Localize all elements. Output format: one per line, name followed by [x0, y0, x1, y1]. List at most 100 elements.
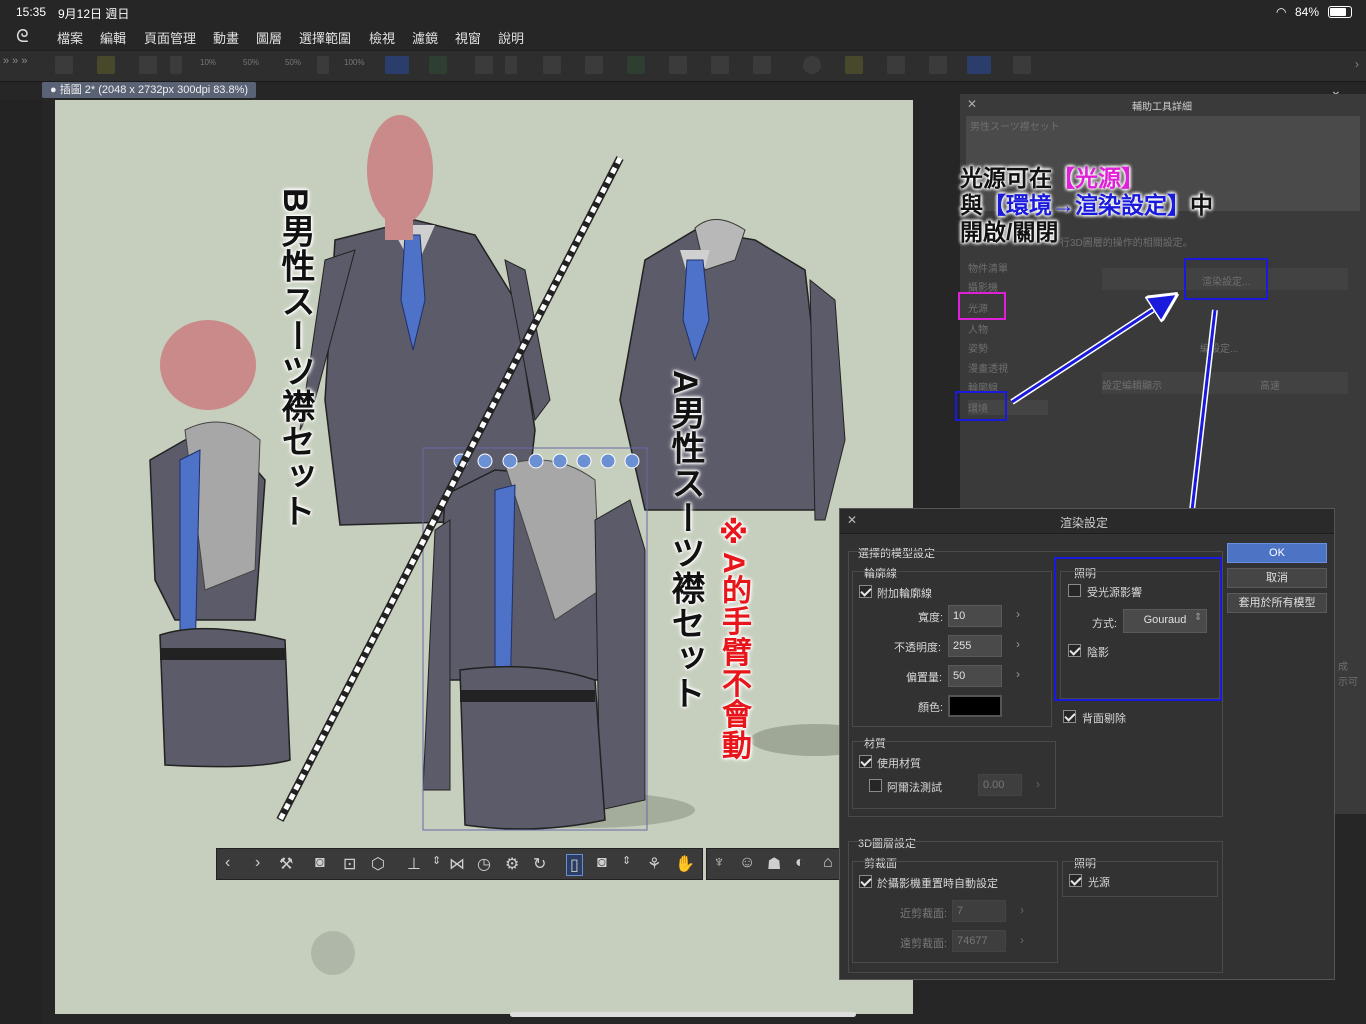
- use-material-checkbox[interactable]: [859, 755, 872, 768]
- menu-edit[interactable]: 編輯: [100, 28, 126, 47]
- close-icon[interactable]: ✕: [967, 97, 977, 111]
- highlight-environment-box: [955, 391, 1007, 421]
- other-settings-label[interactable]: 編設定...: [1200, 340, 1238, 355]
- ground-icon[interactable]: ⬡: [371, 854, 385, 874]
- tool-icon[interactable]: [929, 56, 947, 74]
- near-chevron-icon[interactable]: ›: [1020, 903, 1024, 917]
- opacity-chevron-icon[interactable]: ›: [1016, 637, 1020, 651]
- menu-file[interactable]: 檔案: [57, 28, 83, 47]
- tool-icon[interactable]: [711, 56, 729, 74]
- category-pose[interactable]: 姿勢: [968, 340, 988, 355]
- hair-icon[interactable]: ☗: [767, 854, 781, 874]
- render-mode-select[interactable]: 設定編輯顯示 高速: [1102, 372, 1348, 394]
- apply-all-button[interactable]: 套用於所有模型: [1227, 593, 1327, 613]
- document-tab[interactable]: ● 插圖 2* (2048 x 2732px 300dpi 83.8%): [42, 82, 257, 98]
- menu-view[interactable]: 檢視: [369, 28, 395, 47]
- opacity-50b-label[interactable]: 50%: [285, 58, 301, 67]
- backface-checkbox[interactable]: [1063, 710, 1076, 723]
- tool-icon[interactable]: [627, 56, 645, 74]
- edit-icon[interactable]: [429, 56, 447, 74]
- bag-icon[interactable]: ⌂: [823, 854, 833, 872]
- stepper-icon[interactable]: [170, 56, 182, 74]
- tool-icon[interactable]: [1013, 56, 1031, 74]
- far-clip-input[interactable]: 74677: [952, 930, 1006, 952]
- dialog-close-icon[interactable]: ✕: [847, 513, 857, 527]
- offset-chevron-icon[interactable]: ›: [1016, 667, 1020, 681]
- camera2-icon[interactable]: ◙: [597, 854, 607, 872]
- timer-icon[interactable]: ◷: [477, 854, 491, 874]
- auto-clip-checkbox[interactable]: [859, 875, 872, 888]
- alpha-chevron-icon[interactable]: ›: [1036, 777, 1040, 791]
- camera-icon[interactable]: ◙: [315, 854, 325, 872]
- pose-icon[interactable]: ⚘: [647, 854, 661, 874]
- tool-icon[interactable]: [845, 56, 863, 74]
- tool-icon[interactable]: [543, 56, 561, 74]
- fit-icon[interactable]: ⊡: [343, 854, 356, 874]
- settings-icon[interactable]: ⚙: [505, 854, 519, 874]
- next-icon[interactable]: ›: [255, 854, 260, 872]
- annotation-line-3: 開啟/關閉: [960, 219, 1058, 246]
- status-date: 9月12日 週日: [58, 7, 130, 21]
- far-clip-label: 遠剪裁面:: [900, 938, 948, 950]
- cancel-button[interactable]: 取消: [1227, 568, 1327, 588]
- menu-filter[interactable]: 濾鏡: [412, 28, 438, 47]
- menu-selection[interactable]: 選擇範圍: [299, 28, 351, 47]
- width-chevron-icon[interactable]: ›: [1016, 607, 1020, 621]
- menu-page[interactable]: 頁面管理: [144, 28, 196, 47]
- tool-icon[interactable]: [139, 56, 157, 74]
- category-perspective[interactable]: 漫畫透視: [968, 360, 1008, 375]
- stepper-icon[interactable]: ⇕: [622, 854, 631, 867]
- rotate-icon[interactable]: ↻: [533, 854, 546, 874]
- opacity-10-label[interactable]: 10%: [200, 58, 216, 67]
- tool-icon[interactable]: [585, 56, 603, 74]
- battery-icon: [1328, 6, 1352, 18]
- category-object-list[interactable]: 物件清單: [968, 260, 1008, 275]
- color-swatch[interactable]: [948, 695, 1002, 717]
- object-toolbar-2: ♆ ☺ ☗ ◐ ⌂: [706, 848, 848, 880]
- wrench-icon[interactable]: ⚒: [279, 854, 293, 874]
- stepper-icon[interactable]: ⇕: [432, 854, 441, 867]
- flip-icon[interactable]: ⋈: [449, 854, 465, 874]
- opacity-50-label[interactable]: 50%: [243, 58, 259, 67]
- menu-help[interactable]: 說明: [498, 28, 524, 47]
- menu-layer[interactable]: 圖層: [256, 28, 282, 47]
- light-source-checkbox[interactable]: [1069, 874, 1082, 887]
- opacity-input[interactable]: 255: [948, 635, 1002, 657]
- tool-icon[interactable]: [753, 56, 771, 74]
- tool-icon[interactable]: [669, 56, 687, 74]
- near-clip-input[interactable]: 7: [952, 900, 1006, 922]
- head-icon[interactable]: ◐: [795, 854, 805, 872]
- tool-icon[interactable]: [803, 56, 821, 74]
- highlight-lighting-box: [1054, 557, 1222, 701]
- ok-button[interactable]: OK: [1227, 543, 1327, 563]
- far-chevron-icon[interactable]: ›: [1020, 933, 1024, 947]
- offset-input[interactable]: 50: [948, 665, 1002, 687]
- label-b: B男性スーツ襟セット: [276, 188, 314, 529]
- menu-window[interactable]: 視窗: [455, 28, 481, 47]
- menu-animation[interactable]: 動畫: [213, 28, 239, 47]
- tool-icon[interactable]: [887, 56, 905, 74]
- root-icon[interactable]: ⊥: [407, 854, 421, 874]
- expand-chevrons[interactable]: » » »: [3, 55, 27, 67]
- draw-icon[interactable]: [385, 56, 409, 74]
- grid-icon[interactable]: [475, 56, 493, 74]
- draw-icon[interactable]: [967, 56, 991, 74]
- add-outline-checkbox[interactable]: [859, 585, 872, 598]
- body-icon[interactable]: ♆: [713, 854, 725, 872]
- opacity-100-label[interactable]: 100%: [344, 58, 364, 67]
- toolbar-more-icon[interactable]: ›: [1355, 57, 1359, 71]
- face-icon[interactable]: ☺: [739, 854, 755, 872]
- category-person[interactable]: 人物: [968, 321, 988, 336]
- width-input[interactable]: 10: [948, 605, 1002, 627]
- hand-icon[interactable]: ✋: [675, 854, 695, 874]
- tool-icon[interactable]: [55, 56, 73, 74]
- app-logo-icon[interactable]: ᘓ: [16, 26, 29, 47]
- stepper-icon[interactable]: [317, 56, 329, 74]
- tool-icon[interactable]: [97, 56, 115, 74]
- alpha-test-checkbox[interactable]: [869, 779, 882, 792]
- layout-icon[interactable]: ▯: [566, 854, 583, 876]
- stepper-icon[interactable]: [505, 56, 517, 74]
- prev-icon[interactable]: ‹: [225, 854, 230, 872]
- alpha-value-input[interactable]: 0.00: [978, 774, 1022, 796]
- home-indicator[interactable]: [510, 1012, 856, 1017]
